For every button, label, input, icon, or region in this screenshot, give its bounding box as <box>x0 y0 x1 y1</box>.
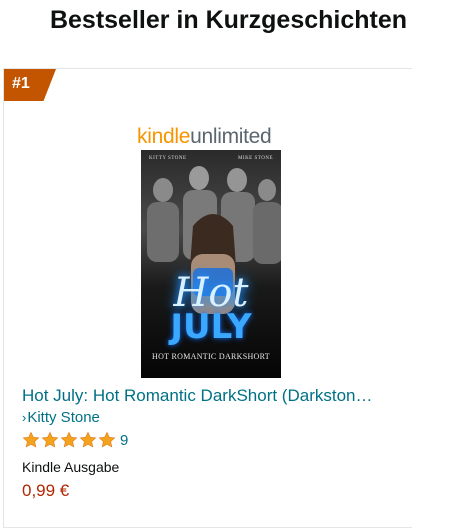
product-title-link[interactable]: Hot July: Hot Romantic DarkShort (Darkst… <box>22 386 394 406</box>
kindle-unlimited-logo: kindleunlimited <box>137 125 272 149</box>
bestseller-widget: Bestseller in Kurzgeschichten #1 kindleu… <box>0 0 457 531</box>
cover-author-right: MIKE STONE <box>237 156 273 161</box>
author-link[interactable]: ›Kitty Stone <box>22 409 100 426</box>
star-icon <box>98 431 116 448</box>
ku-logo-unlimited: unlimited <box>190 125 272 148</box>
star-icon <box>41 431 59 448</box>
cover-subtitle: HOT ROMANTIC DARKSHORT <box>152 352 270 361</box>
star-icon <box>60 431 78 448</box>
cover-author-left: KITTY STONE <box>149 156 187 161</box>
ku-logo-kindle: kindle <box>137 125 191 148</box>
author-name: Kitty Stone <box>27 409 100 426</box>
section-title: Bestseller in Kurzgeschichten <box>49 6 408 34</box>
price: 0,99 € <box>22 481 70 500</box>
rating-count-link[interactable]: 9 <box>120 432 128 449</box>
star-icon <box>79 431 97 448</box>
cover-title-july: JULY <box>170 307 252 347</box>
rating-stars[interactable]: 9 <box>22 431 128 453</box>
chevron-right-icon: › <box>22 410 27 425</box>
rank-badge: #1 <box>4 69 56 101</box>
format-label: Kindle Ausgabe <box>22 459 120 475</box>
book-cover-image[interactable]: KITTY STONE MIKE STONE Hot JULY HOT ROMA… <box>141 150 281 378</box>
star-icon <box>22 431 40 448</box>
